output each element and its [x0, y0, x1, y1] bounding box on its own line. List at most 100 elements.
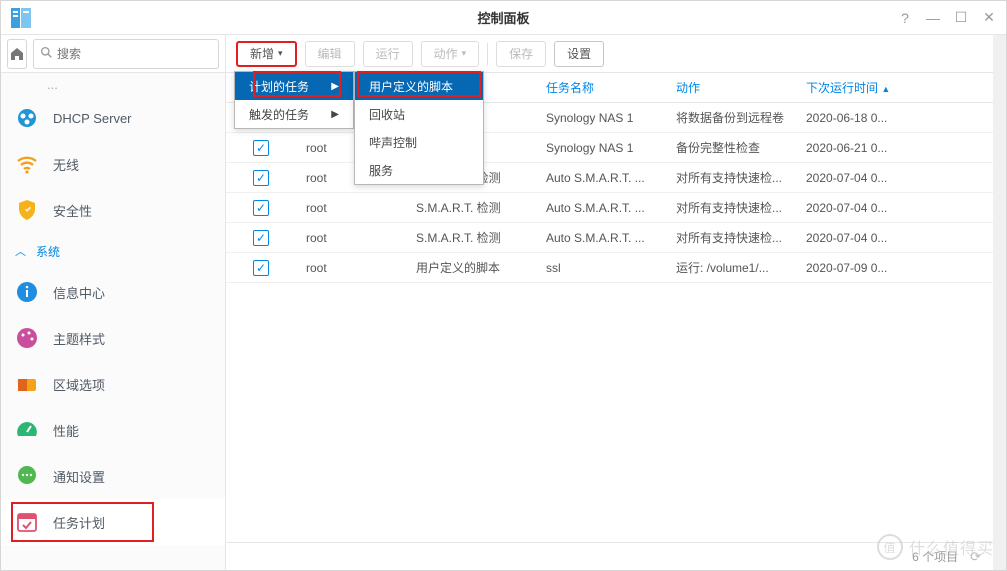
dd-beep[interactable]: 哔声控制 — [355, 128, 483, 156]
cell-enabled[interactable]: ✓ — [226, 260, 296, 276]
cell-enabled[interactable]: ✓ — [226, 230, 296, 246]
new-button[interactable]: 新增▾ — [236, 41, 297, 67]
cell-action: 对所有支持快速检... — [666, 199, 796, 216]
sidebar-item-label: DHCP Server — [53, 111, 132, 126]
checkbox-icon[interactable]: ✓ — [253, 200, 269, 216]
cell-action: 运行: /volume1/... — [666, 259, 796, 276]
search-box[interactable] — [33, 39, 219, 69]
sidebar-item-label: 任务计划 — [53, 513, 105, 532]
sidebar-item-label: 区域选项 — [53, 375, 105, 394]
cell-user: root — [296, 261, 406, 275]
chevron-up-icon: ︿ — [15, 243, 26, 259]
run-button[interactable]: 运行 — [363, 41, 413, 67]
sidebar-item-label: 性能 — [53, 421, 79, 440]
close-button[interactable]: ✕ — [980, 9, 998, 27]
sidebar-item-task-scheduler[interactable]: 任务计划 — [1, 499, 225, 545]
sidebar-item-region[interactable]: 区域选项 — [1, 361, 225, 407]
table-row[interactable]: ✓ root用户定义的脚本ssl运行: /volume1/...2020-07-0… — [226, 253, 993, 283]
section-label: 系统 — [36, 243, 60, 260]
checkbox-icon[interactable]: ✓ — [253, 170, 269, 186]
save-button[interactable]: 保存 — [496, 41, 546, 67]
sidebar-item-label: 无线 — [53, 155, 79, 174]
dd-service[interactable]: 服务 — [355, 156, 483, 184]
action-button[interactable]: 动作▾ — [421, 41, 480, 67]
cell-enabled[interactable]: ✓ — [226, 200, 296, 216]
dd-recycle-bin[interactable]: 回收站 — [355, 100, 483, 128]
caret-down-icon: ▾ — [278, 48, 283, 59]
window-title: 控制面板 — [477, 8, 529, 27]
col-task[interactable]: 任务名称 — [536, 79, 666, 96]
chevron-right-icon: ▶ — [331, 81, 339, 92]
checkbox-icon[interactable]: ✓ — [253, 230, 269, 246]
task-grid: 已启... 用户 应用程序序 任务名称 动作 下次运行时间 ▲ ✓rootBac… — [226, 73, 993, 542]
checkbox-icon[interactable]: ✓ — [253, 140, 269, 156]
col-action[interactable]: 动作 — [666, 79, 796, 96]
sidebar-item-info[interactable]: 信息中心 — [1, 269, 225, 315]
table-row[interactable]: ✓rootS.M.A.R.T. 检测Auto S.M.A.R.T. ...对所有… — [226, 193, 993, 223]
cell-next: 2020-06-21 0... — [796, 141, 916, 155]
vertical-scrollbar[interactable] — [993, 35, 1006, 570]
cell-enabled[interactable]: ✓ — [226, 140, 296, 156]
maximize-button[interactable]: ☐ — [952, 9, 970, 27]
dd-triggered-task[interactable]: 触发的任务▶ — [235, 100, 353, 128]
sidebar-item-notify[interactable]: 通知设置 — [1, 453, 225, 499]
sidebar-item-label: 安全性 — [53, 201, 92, 220]
watermark: 值 什么值得买 — [877, 534, 994, 560]
chat-icon — [15, 464, 39, 488]
home-icon — [9, 46, 25, 62]
sidebar-item-wireless[interactable]: 无线 — [1, 141, 225, 187]
sidebar-item-theme[interactable]: 主题样式 — [1, 315, 225, 361]
sidebar: ... DHCP Server 无线 安全性 ︿ 系统 — [1, 35, 226, 570]
toolbar-separator — [487, 43, 488, 65]
sidebar-item-performance[interactable]: 性能 — [1, 407, 225, 453]
dd-scheduled-task[interactable]: 计划的任务▶ — [235, 72, 353, 100]
sidebar-item-dhcp[interactable]: DHCP Server — [1, 95, 225, 141]
app-icon — [9, 6, 33, 30]
cell-task: Auto S.M.A.R.T. ... — [536, 171, 666, 185]
edit-button[interactable]: 编辑 — [305, 41, 355, 67]
cell-task: Synology NAS 1 — [536, 141, 666, 155]
chevron-right-icon: ▶ — [331, 109, 339, 120]
sidebar-item-label: 通知设置 — [53, 467, 105, 486]
sidebar-item-label: 主题样式 — [53, 329, 105, 348]
caret-down-icon: ▾ — [462, 48, 467, 59]
cell-task: Auto S.M.A.R.T. ... — [536, 231, 666, 245]
calendar-check-icon — [15, 510, 39, 534]
sidebar-item-truncated[interactable]: ... — [1, 73, 225, 95]
cell-action: 对所有支持快速检... — [666, 169, 796, 186]
search-input[interactable] — [57, 47, 212, 61]
minimize-button[interactable]: — — [924, 9, 942, 27]
table-row[interactable]: ✓rootS.M.A.R.T. 检测Auto S.M.A.R.T. ...对所有… — [226, 223, 993, 253]
checkbox-icon[interactable]: ✓ — [253, 260, 269, 276]
cell-task: Synology NAS 1 — [536, 111, 666, 125]
cell-next: 2020-07-04 0... — [796, 171, 916, 185]
table-row[interactable]: ✓rootS.M.A.R.T. 检测Auto S.M.A.R.T. ...对所有… — [226, 163, 993, 193]
dhcp-icon — [15, 106, 39, 130]
cell-action: 将数据备份到远程卷 — [666, 109, 796, 126]
toolbar: 新增▾ 编辑 运行 动作▾ 保存 设置 — [226, 35, 993, 73]
cell-enabled[interactable]: ✓ — [226, 170, 296, 186]
new-dropdown: 计划的任务▶ 触发的任务▶ — [234, 71, 354, 129]
cell-action: 对所有支持快速检... — [666, 229, 796, 246]
cell-next: 2020-07-09 0... — [796, 261, 916, 275]
wifi-icon — [15, 152, 39, 176]
col-next[interactable]: 下次运行时间 ▲ — [796, 79, 916, 96]
shield-icon — [15, 198, 39, 222]
gauge-icon — [15, 418, 39, 442]
titlebar: 控制面板 ? — ☐ ✕ — [1, 1, 1006, 35]
search-icon — [40, 46, 53, 62]
cell-app: S.M.A.R.T. 检测 — [406, 229, 536, 246]
help-button[interactable]: ? — [896, 9, 914, 27]
home-button[interactable] — [7, 39, 27, 69]
dd-user-script[interactable]: 用户定义的脚本 — [355, 72, 483, 100]
cell-task: Auto S.M.A.R.T. ... — [536, 201, 666, 215]
sidebar-item-security[interactable]: 安全性 — [1, 187, 225, 233]
cell-task: ssl — [536, 261, 666, 275]
cell-next: 2020-07-04 0... — [796, 201, 916, 215]
cell-app: 用户定义的脚本 — [406, 259, 536, 276]
table-row[interactable]: ✓rootBackupSynology NAS 1备份完整性检查2020-06-… — [226, 133, 993, 163]
settings-button[interactable]: 设置 — [554, 41, 604, 67]
cell-user: root — [296, 201, 406, 215]
palette-icon — [15, 326, 39, 350]
section-system[interactable]: ︿ 系统 — [1, 233, 225, 269]
